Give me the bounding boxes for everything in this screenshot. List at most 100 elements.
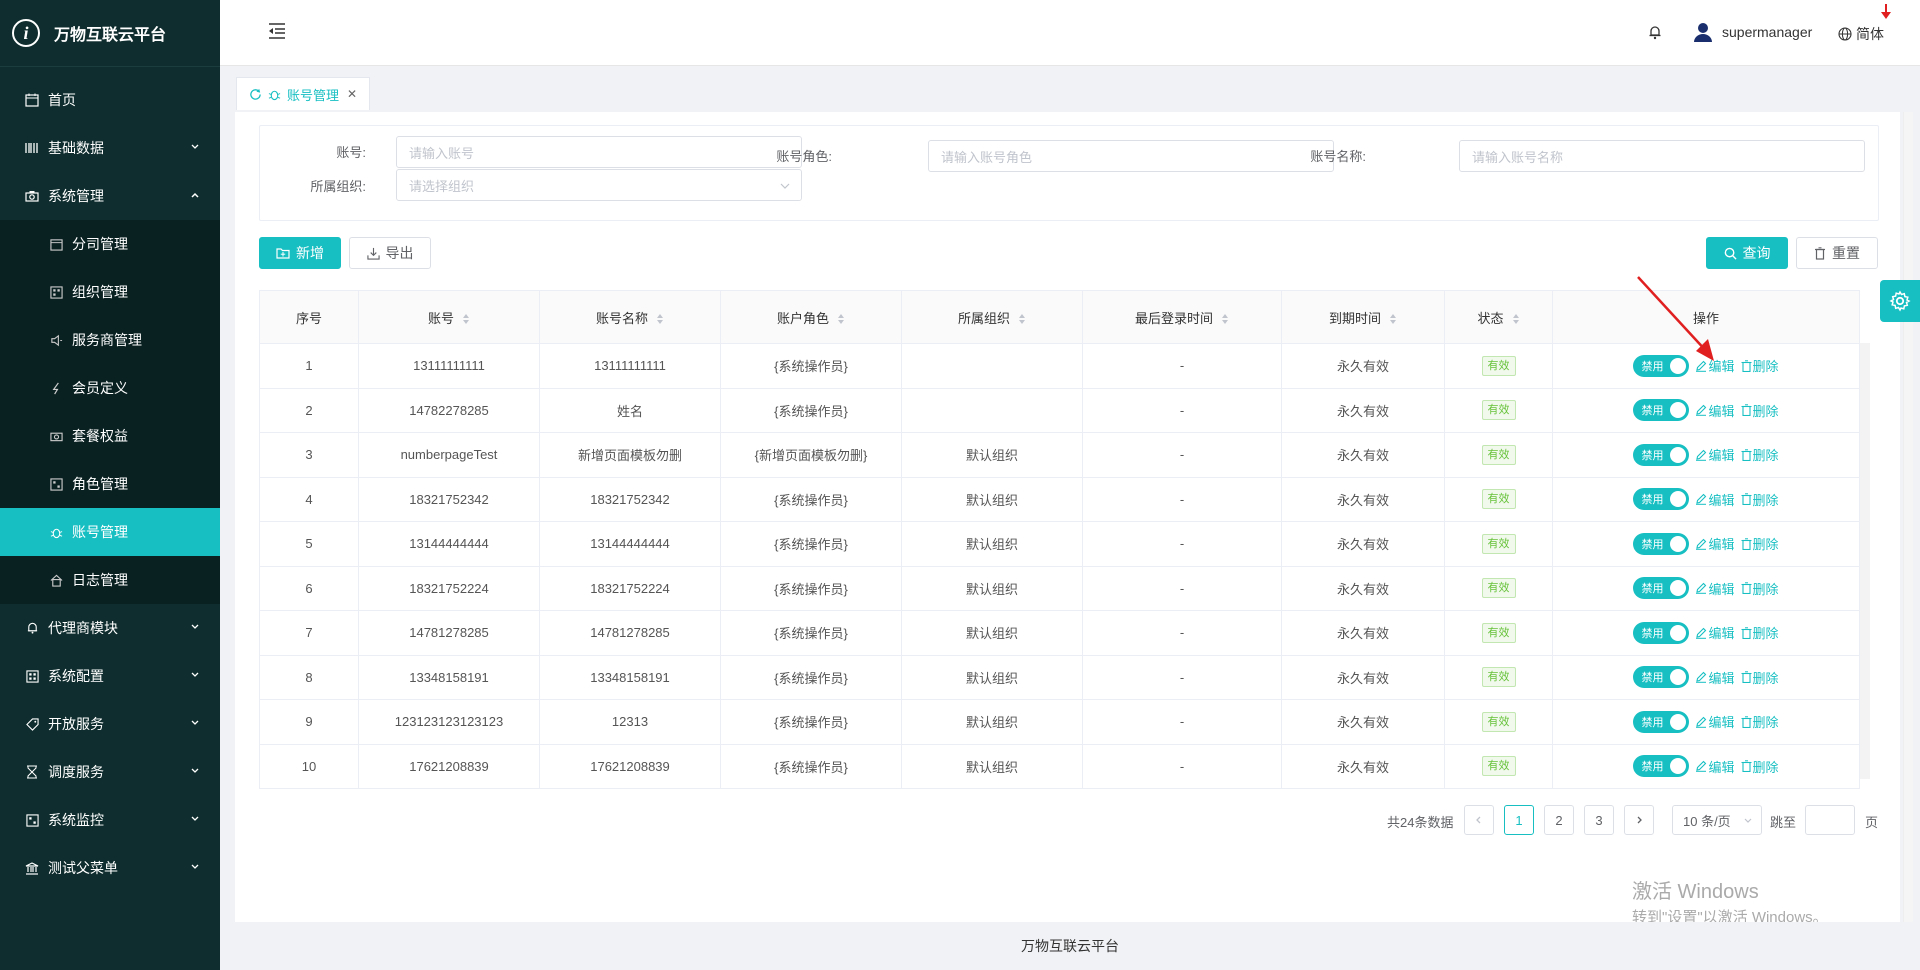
cell-account: 13144444444 — [358, 521, 540, 567]
edit-link[interactable]: 编辑 — [1695, 712, 1735, 731]
delete-label: 删除 — [1752, 359, 1779, 375]
page-3-button[interactable]: 3 — [1584, 805, 1614, 835]
tab-account-management[interactable]: 账号管理 ✕ — [236, 77, 371, 110]
cell-actions: 禁用 编辑 删除 — [1552, 388, 1860, 433]
language-switch[interactable]: 简体 — [1838, 24, 1884, 44]
sidebar-item-branch-management[interactable]: 分司管理 — [0, 220, 220, 268]
sidebar-item-agent-module[interactable]: 代理商模块 — [0, 604, 220, 652]
disable-toggle[interactable]: 禁用 — [1633, 443, 1690, 466]
delete-link[interactable]: 删除 — [1741, 712, 1779, 731]
page-scrollbar[interactable] — [1903, 112, 1913, 922]
sidebar-item-account-management[interactable]: 账号管理 — [0, 508, 220, 556]
edit-link[interactable]: 编辑 — [1695, 445, 1735, 464]
sidebar-item-home[interactable]: 首页 — [0, 76, 220, 124]
sidebar-item-role-management[interactable]: 角色管理 — [0, 460, 220, 508]
disable-toggle[interactable]: 禁用 — [1633, 621, 1690, 644]
delete-link[interactable]: 删除 — [1741, 623, 1779, 642]
cell-status: 有效 — [1444, 432, 1553, 478]
sidebar-item-member-definition[interactable]: 会员定义 — [0, 364, 220, 412]
column-header[interactable]: 状态 — [1444, 290, 1553, 344]
reset-button[interactable]: 重置 — [1796, 237, 1878, 269]
delete-link[interactable]: 删除 — [1741, 445, 1779, 464]
collapse-menu-icon[interactable] — [268, 22, 286, 40]
cell-no: 1 — [259, 343, 359, 389]
sort-icon[interactable] — [1221, 313, 1229, 325]
edit-link[interactable]: 编辑 — [1695, 490, 1735, 509]
column-header[interactable]: 账号 — [358, 290, 540, 344]
delete-label: 删除 — [1752, 448, 1779, 464]
jump-page-input[interactable] — [1805, 805, 1855, 835]
sort-icon[interactable] — [837, 313, 845, 325]
page-2-button[interactable]: 2 — [1544, 805, 1574, 835]
sidebar-item-package-rights[interactable]: 套餐权益 — [0, 412, 220, 460]
delete-link[interactable]: 删除 — [1741, 579, 1779, 598]
org-select[interactable]: 请选择组织 — [396, 169, 802, 201]
delete-link[interactable]: 删除 — [1741, 668, 1779, 687]
sort-icon[interactable] — [1018, 313, 1026, 325]
disable-toggle[interactable]: 禁用 — [1633, 399, 1690, 422]
sidebar-item-log-management[interactable]: 日志管理 — [0, 556, 220, 604]
edit-link[interactable]: 编辑 — [1695, 668, 1735, 687]
sort-icon[interactable] — [462, 313, 470, 325]
row-actions: 禁用 编辑 删除 — [1553, 755, 1859, 778]
delete-link[interactable]: 删除 — [1741, 534, 1779, 553]
sidebar-item-schedule-service[interactable]: 调度服务 — [0, 748, 220, 796]
sidebar-item-basic-data[interactable]: 基础数据 — [0, 124, 220, 172]
sort-icon[interactable] — [1389, 313, 1397, 325]
edit-link[interactable]: 编辑 — [1695, 757, 1735, 776]
sidebar-item-open-service[interactable]: 开放服务 — [0, 700, 220, 748]
delete-link[interactable]: 删除 — [1741, 757, 1779, 776]
account-name-input[interactable]: 请输入账号名称 — [1459, 140, 1865, 172]
sidebar-item-test-parent-menu[interactable]: 测试父菜单 — [0, 844, 220, 892]
logo[interactable]: i 万物互联云平台 — [0, 0, 220, 67]
prev-page-button[interactable] — [1464, 805, 1494, 835]
cell-org: 默认组织 — [901, 610, 1083, 656]
delete-label: 删除 — [1752, 626, 1779, 642]
page-1-button[interactable]: 1 — [1504, 805, 1534, 835]
sort-icon[interactable] — [656, 313, 664, 325]
sidebar-item-system-management[interactable]: 系统管理 — [0, 172, 220, 220]
edit-link[interactable]: 编辑 — [1695, 534, 1735, 553]
cell-expire: 永久有效 — [1281, 655, 1445, 700]
column-header[interactable]: 账户角色 — [720, 290, 902, 344]
tab-close-icon[interactable]: ✕ — [347, 87, 357, 101]
delete-link[interactable]: 删除 — [1741, 356, 1779, 375]
edit-link[interactable]: 编辑 — [1695, 623, 1735, 642]
toggle-label: 禁用 — [1641, 494, 1664, 507]
grid-icon — [48, 476, 64, 492]
table-scrollbar[interactable] — [1860, 343, 1870, 779]
page-size-select[interactable]: 10 条/页 — [1672, 805, 1762, 835]
next-page-button[interactable] — [1624, 805, 1654, 835]
disable-toggle[interactable]: 禁用 — [1633, 710, 1690, 733]
export-button[interactable]: 导出 — [349, 237, 431, 269]
sidebar-item-system-config[interactable]: 系统配置 — [0, 652, 220, 700]
column-header[interactable]: 账号名称 — [539, 290, 721, 344]
cell-no: 3 — [259, 432, 359, 478]
disable-toggle[interactable]: 禁用 — [1633, 577, 1690, 600]
disable-toggle[interactable]: 禁用 — [1633, 532, 1690, 555]
camera-icon — [24, 188, 40, 204]
sort-icon[interactable] — [1512, 313, 1520, 325]
column-header[interactable]: 最后登录时间 — [1082, 290, 1282, 344]
sidebar-item-provider-management[interactable]: 服务商管理 — [0, 316, 220, 364]
sidebar-item-org-management[interactable]: 组织管理 — [0, 268, 220, 316]
cell-last-login: - — [1082, 610, 1282, 656]
settings-gear-button[interactable] — [1880, 280, 1920, 322]
disable-toggle[interactable]: 禁用 — [1633, 666, 1690, 689]
delete-link[interactable]: 删除 — [1741, 490, 1779, 509]
sidebar-item-system-monitor[interactable]: 系统监控 — [0, 796, 220, 844]
notification-bell-icon[interactable] — [1648, 24, 1662, 40]
add-button[interactable]: 新增 — [259, 237, 341, 269]
edit-link[interactable]: 编辑 — [1695, 579, 1735, 598]
topbar: supermanager 简体 — [220, 0, 1920, 66]
disable-toggle[interactable]: 禁用 — [1633, 755, 1690, 778]
cell-status: 有效 — [1444, 521, 1553, 567]
edit-link[interactable]: 编辑 — [1695, 401, 1735, 420]
user-menu[interactable]: supermanager — [1694, 22, 1812, 42]
column-header[interactable]: 到期时间 — [1281, 290, 1445, 344]
disable-toggle[interactable]: 禁用 — [1633, 488, 1690, 511]
row-actions: 禁用 编辑 删除 — [1553, 532, 1859, 555]
delete-link[interactable]: 删除 — [1741, 401, 1779, 420]
table-row: 7 14781278285 14781278285 {系统操作员} 默认组织 - 永久有效有… — [259, 610, 1860, 656]
column-header[interactable]: 所属组织 — [901, 290, 1083, 344]
